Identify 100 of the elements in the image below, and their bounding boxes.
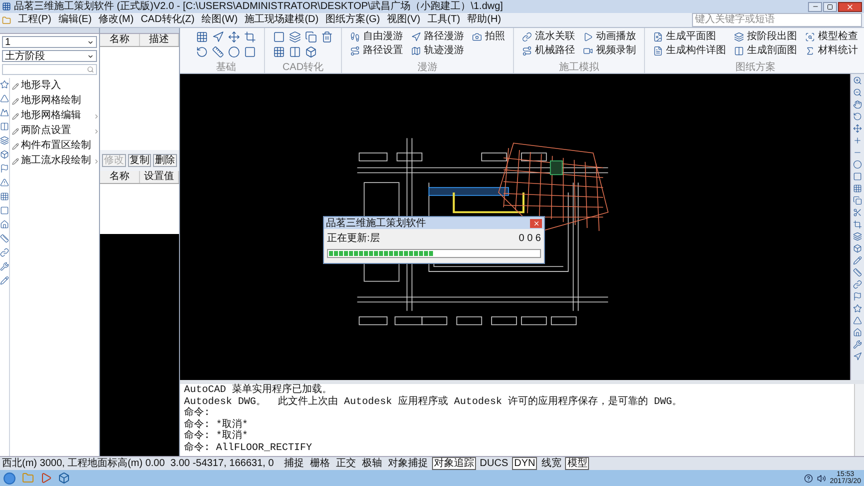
- ribbon-tool-button[interactable]: 按阶段出图: [734, 31, 797, 43]
- route-icon[interactable]: [350, 46, 360, 56]
- columns-icon[interactable]: [734, 46, 744, 56]
- start-button-icon[interactable]: [3, 472, 16, 484]
- ribbon-tool-button[interactable]: 路径设置: [350, 45, 403, 57]
- wrench-icon[interactable]: [853, 340, 862, 349]
- ribbon-tool-button[interactable]: 机械路径: [522, 45, 575, 57]
- dropdown[interactable]: 土方阶段: [2, 50, 97, 62]
- move-icon[interactable]: [853, 124, 862, 133]
- status-toggle[interactable]: 捕捉: [282, 457, 306, 470]
- layers-icon[interactable]: [289, 31, 301, 43]
- columns-icon[interactable]: [0, 122, 9, 131]
- footsteps-icon[interactable]: [350, 32, 360, 42]
- box-icon[interactable]: [58, 472, 70, 484]
- zoom-in-icon[interactable]: [853, 76, 862, 85]
- layers-icon[interactable]: [853, 232, 862, 241]
- tool-list-item[interactable]: 地形导入: [12, 80, 100, 92]
- grid-icon[interactable]: [273, 46, 285, 58]
- route-icon[interactable]: [522, 46, 532, 56]
- menu-item[interactable]: 工程(P): [18, 14, 52, 26]
- columns-icon[interactable]: [289, 46, 301, 58]
- arrow-icon[interactable]: [411, 32, 421, 42]
- link-icon[interactable]: [853, 280, 862, 289]
- camera-icon[interactable]: [472, 32, 482, 42]
- play-icon[interactable]: [583, 32, 593, 42]
- ribbon-tool-button[interactable]: 材料统计: [805, 45, 858, 57]
- menu-item[interactable]: 修改(M): [98, 14, 134, 26]
- close-button[interactable]: [530, 218, 542, 228]
- tool-list-item[interactable]: 地形网格绘制: [12, 95, 100, 107]
- scissors-icon[interactable]: [853, 208, 862, 217]
- speaker-icon[interactable]: [816, 474, 826, 482]
- move-icon[interactable]: [228, 31, 240, 43]
- hand-icon[interactable]: [853, 100, 862, 109]
- status-toggle[interactable]: 对象追踪: [432, 457, 476, 470]
- tool-list-item[interactable]: 地形网格编辑: [12, 110, 100, 122]
- star-icon[interactable]: [0, 80, 9, 89]
- triangle-icon[interactable]: [0, 94, 9, 103]
- ribbon-tool-button[interactable]: 拍照: [472, 31, 505, 43]
- arrow-icon[interactable]: [212, 31, 224, 43]
- box-icon[interactable]: [853, 244, 862, 253]
- ribbon-tool-button[interactable]: 生成剖面图: [734, 45, 797, 57]
- link-icon[interactable]: [0, 248, 9, 257]
- menu-item[interactable]: 视图(V): [387, 14, 420, 26]
- rotate-icon[interactable]: [196, 46, 208, 58]
- scan-icon[interactable]: [805, 32, 815, 42]
- ribbon-tool-button[interactable]: 自由漫游: [350, 31, 403, 43]
- ribbon-tool-button[interactable]: 视频录制: [583, 45, 636, 57]
- layers-icon[interactable]: [0, 136, 9, 145]
- copy-icon[interactable]: [853, 196, 862, 205]
- ruler-icon[interactable]: [212, 46, 224, 58]
- map-icon[interactable]: [411, 46, 421, 56]
- status-toggle[interactable]: DUCS: [478, 457, 510, 470]
- circle-icon[interactable]: [228, 46, 240, 58]
- tool-list-item[interactable]: 两阶点设置: [12, 125, 100, 137]
- video-icon[interactable]: [583, 46, 593, 56]
- ribbon-tool-button[interactable]: 路径漫游: [411, 31, 464, 43]
- grid-icon[interactable]: [853, 184, 862, 193]
- panel-button[interactable]: 删除: [153, 154, 178, 167]
- copy-icon[interactable]: [305, 31, 317, 43]
- flag-icon[interactable]: [853, 292, 862, 301]
- square-icon[interactable]: [273, 31, 285, 43]
- pencil-icon[interactable]: [853, 256, 862, 265]
- warning-icon[interactable]: [0, 178, 9, 187]
- play-icon[interactable]: [40, 472, 52, 484]
- grid-icon[interactable]: [196, 31, 208, 43]
- rotate-icon[interactable]: [853, 112, 862, 121]
- status-toggle[interactable]: 栅格: [308, 457, 332, 470]
- status-toggle[interactable]: DYN: [512, 457, 538, 470]
- status-toggle[interactable]: 对象捕捉: [386, 457, 430, 470]
- wrench-icon[interactable]: [0, 262, 9, 271]
- box-icon[interactable]: [0, 150, 9, 159]
- crop-icon[interactable]: [853, 220, 862, 229]
- square-icon[interactable]: [853, 172, 862, 181]
- image-file-icon[interactable]: [653, 32, 663, 42]
- menu-item[interactable]: 施工现场建模(D): [244, 14, 319, 26]
- ribbon-tool-button[interactable]: 流水关联: [522, 31, 575, 43]
- help-icon[interactable]: [804, 474, 813, 482]
- square-icon[interactable]: [0, 206, 9, 215]
- menu-item[interactable]: 图纸方案(G): [326, 14, 380, 26]
- house-icon[interactable]: [853, 328, 862, 337]
- ruler-icon[interactable]: [853, 268, 862, 277]
- layers-icon[interactable]: [734, 32, 744, 42]
- tool-list-item[interactable]: 施工流水段绘制: [12, 155, 100, 167]
- arrow-icon[interactable]: [853, 352, 862, 361]
- box-icon[interactable]: [305, 46, 317, 58]
- menu-item[interactable]: CAD转化(Z): [140, 14, 195, 26]
- crop-icon[interactable]: [244, 31, 256, 43]
- flag-icon[interactable]: [0, 164, 9, 173]
- mountain-icon[interactable]: [0, 108, 9, 117]
- ribbon-tool-button[interactable]: 模型检查: [805, 31, 858, 43]
- menu-item[interactable]: 工具(T): [427, 14, 460, 26]
- panel-button[interactable]: 复制: [128, 154, 152, 167]
- status-toggle[interactable]: 线宽: [539, 457, 564, 470]
- tool-list-item[interactable]: 构件布置区绘制: [12, 140, 100, 152]
- menu-item[interactable]: 编辑(E): [58, 14, 92, 26]
- maximize-button[interactable]: [823, 2, 837, 12]
- close-button[interactable]: [838, 2, 862, 12]
- sigma-icon[interactable]: [805, 46, 815, 56]
- circle-icon[interactable]: [853, 160, 862, 169]
- status-toggle[interactable]: 极轴: [360, 457, 384, 470]
